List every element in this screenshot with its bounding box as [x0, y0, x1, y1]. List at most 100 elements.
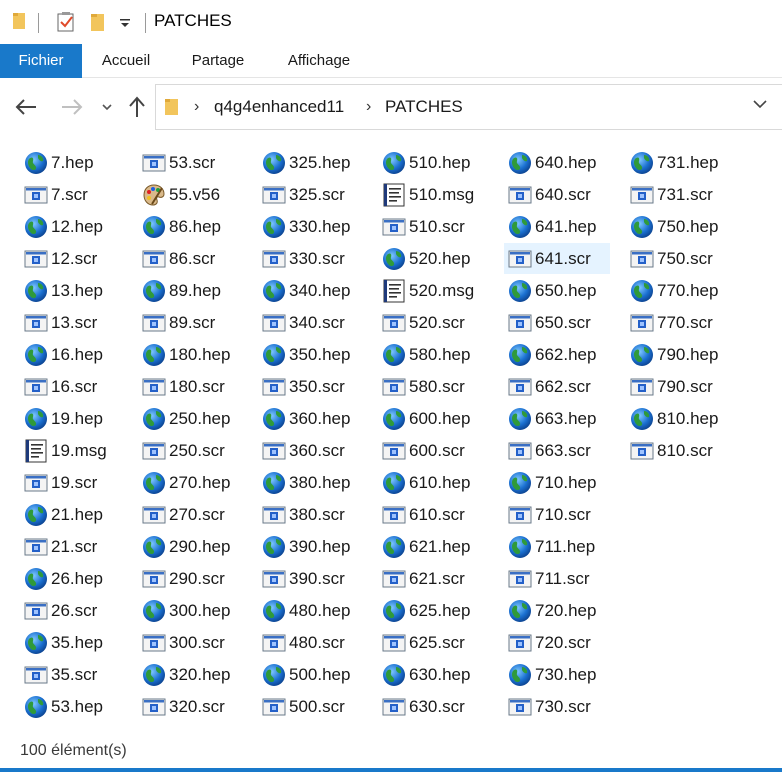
file-item[interactable]: 510.scr	[378, 211, 484, 242]
file-item[interactable]: 53.hep	[20, 691, 126, 722]
file-item[interactable]: 21.hep	[20, 499, 126, 530]
file-item[interactable]: 711.scr	[504, 563, 610, 594]
file-item[interactable]: 630.hep	[378, 659, 484, 690]
back-button[interactable]	[12, 93, 40, 121]
tab-home[interactable]: Accueil	[92, 44, 160, 78]
file-item[interactable]: 500.hep	[258, 659, 364, 690]
file-item[interactable]: 663.hep	[504, 403, 610, 434]
file-item[interactable]: 770.scr	[626, 307, 732, 338]
file-item[interactable]: 300.scr	[138, 627, 244, 658]
file-item[interactable]: 19.msg	[20, 435, 126, 466]
file-item[interactable]: 330.hep	[258, 211, 364, 242]
file-item[interactable]: 7.scr	[20, 179, 126, 210]
file-item[interactable]: 325.hep	[258, 147, 364, 178]
file-item[interactable]: 53.scr	[138, 147, 244, 178]
tab-view[interactable]: Affichage	[276, 44, 362, 78]
dropdown-icon[interactable]	[119, 16, 131, 34]
address-bar[interactable]: › q4g4enhanced11 › PATCHES	[155, 84, 782, 130]
file-item[interactable]: 250.hep	[138, 403, 244, 434]
file-item[interactable]: 750.hep	[626, 211, 732, 242]
file-item[interactable]: 21.scr	[20, 531, 126, 562]
file-item[interactable]: 290.scr	[138, 563, 244, 594]
file-item[interactable]: 320.scr	[138, 691, 244, 722]
file-item[interactable]: 19.scr	[20, 467, 126, 498]
file-item[interactable]: 621.scr	[378, 563, 484, 594]
file-item[interactable]: 641.scr	[504, 243, 610, 274]
file-item[interactable]: 710.hep	[504, 467, 610, 498]
file-item[interactable]: 662.hep	[504, 339, 610, 370]
forward-button[interactable]	[58, 93, 86, 121]
file-item[interactable]: 380.scr	[258, 499, 364, 530]
file-item[interactable]: 510.msg	[378, 179, 484, 210]
file-item[interactable]: 360.hep	[258, 403, 364, 434]
file-item[interactable]: 730.scr	[504, 691, 610, 722]
file-item[interactable]: 641.hep	[504, 211, 610, 242]
recent-locations-button[interactable]	[93, 93, 121, 121]
file-item[interactable]: 325.scr	[258, 179, 364, 210]
file-item[interactable]: 621.hep	[378, 531, 484, 562]
file-item[interactable]: 12.scr	[20, 243, 126, 274]
file-item[interactable]: 7.hep	[20, 147, 126, 178]
file-item[interactable]: 250.scr	[138, 435, 244, 466]
file-item[interactable]: 720.hep	[504, 595, 610, 626]
file-item[interactable]: 390.scr	[258, 563, 364, 594]
file-item[interactable]: 640.hep	[504, 147, 610, 178]
tab-share[interactable]: Partage	[182, 44, 254, 78]
file-item[interactable]: 350.hep	[258, 339, 364, 370]
file-item[interactable]: 720.scr	[504, 627, 610, 658]
properties-icon[interactable]	[56, 11, 76, 38]
file-item[interactable]: 12.hep	[20, 211, 126, 242]
file-item[interactable]: 89.hep	[138, 275, 244, 306]
file-item[interactable]: 180.hep	[138, 339, 244, 370]
file-item[interactable]: 663.scr	[504, 435, 610, 466]
address-dropdown-icon[interactable]	[752, 97, 768, 115]
breadcrumb-item[interactable]: q4g4enhanced11	[214, 97, 344, 117]
file-item[interactable]: 790.hep	[626, 339, 732, 370]
file-item[interactable]: 330.scr	[258, 243, 364, 274]
file-item[interactable]: 580.scr	[378, 371, 484, 402]
file-item[interactable]: 180.scr	[138, 371, 244, 402]
file-item[interactable]: 480.hep	[258, 595, 364, 626]
file-item[interactable]: 610.hep	[378, 467, 484, 498]
file-item[interactable]: 630.scr	[378, 691, 484, 722]
file-item[interactable]: 510.hep	[378, 147, 484, 178]
file-item[interactable]: 16.scr	[20, 371, 126, 402]
new-folder-icon[interactable]	[89, 11, 107, 38]
file-item[interactable]: 810.hep	[626, 403, 732, 434]
file-item[interactable]: 320.hep	[138, 659, 244, 690]
file-item[interactable]: 390.hep	[258, 531, 364, 562]
file-item[interactable]: 625.scr	[378, 627, 484, 658]
file-item[interactable]: 380.hep	[258, 467, 364, 498]
up-button[interactable]	[123, 93, 151, 121]
file-item[interactable]: 35.scr	[20, 659, 126, 690]
file-item[interactable]: 790.scr	[626, 371, 732, 402]
file-item[interactable]: 650.scr	[504, 307, 610, 338]
file-item[interactable]: 600.hep	[378, 403, 484, 434]
file-item[interactable]: 19.hep	[20, 403, 126, 434]
breadcrumb-chevron-icon[interactable]: ›	[366, 98, 371, 116]
file-item[interactable]: 13.hep	[20, 275, 126, 306]
file-item[interactable]: 770.hep	[626, 275, 732, 306]
file-item[interactable]: 16.hep	[20, 339, 126, 370]
file-item[interactable]: 640.scr	[504, 179, 610, 210]
file-item[interactable]: 580.hep	[378, 339, 484, 370]
file-item[interactable]: 610.scr	[378, 499, 484, 530]
file-item[interactable]: 520.msg	[378, 275, 484, 306]
file-item[interactable]: 89.scr	[138, 307, 244, 338]
file-item[interactable]: 480.scr	[258, 627, 364, 658]
file-item[interactable]: 500.scr	[258, 691, 364, 722]
file-item[interactable]: 750.scr	[626, 243, 732, 274]
file-item[interactable]: 270.hep	[138, 467, 244, 498]
file-item[interactable]: 26.hep	[20, 563, 126, 594]
file-item[interactable]: 55.v56	[138, 179, 244, 210]
file-item[interactable]: 520.scr	[378, 307, 484, 338]
file-item[interactable]: 300.hep	[138, 595, 244, 626]
file-item[interactable]: 350.scr	[258, 371, 364, 402]
file-item[interactable]: 520.hep	[378, 243, 484, 274]
file-item[interactable]: 360.scr	[258, 435, 364, 466]
tab-file[interactable]: Fichier	[0, 44, 82, 78]
file-item[interactable]: 625.hep	[378, 595, 484, 626]
file-item[interactable]: 86.hep	[138, 211, 244, 242]
breadcrumb-chevron-icon[interactable]: ›	[194, 98, 199, 116]
file-item[interactable]: 731.hep	[626, 147, 732, 178]
